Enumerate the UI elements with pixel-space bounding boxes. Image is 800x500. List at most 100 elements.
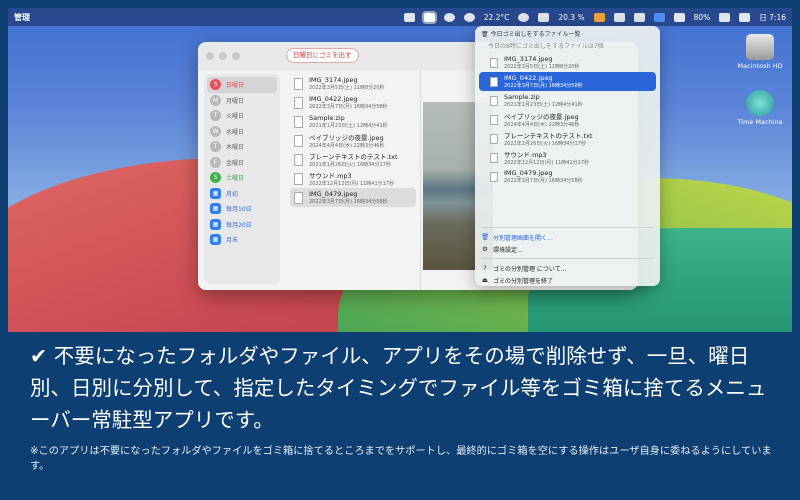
- monitor-icon[interactable]: [518, 12, 530, 22]
- sidebar-item-month-start[interactable]: ▦ 月初: [207, 186, 277, 202]
- menubar-app-name[interactable]: 管理: [14, 12, 30, 23]
- menu-file-item[interactable]: Sample.zip 2021年1月23日(土) 12時4分41秒: [479, 91, 656, 110]
- file-date: 2021年1月23日(土) 12時4分41秒: [504, 102, 583, 108]
- sidebar-item-10th[interactable]: ▦ 毎月10日: [207, 201, 277, 217]
- file-icon: [490, 114, 498, 125]
- take-out-trash-button[interactable]: 日曜日にゴミを出す: [286, 48, 359, 63]
- battery-level-icon[interactable]: [719, 12, 731, 22]
- menu-file-item[interactable]: プレーンテキストのテスト.txt 2021年1月26日(火) 16時34分17秒: [479, 129, 656, 148]
- menu-item-label: 環境設定…: [493, 246, 524, 254]
- calendar-icon: ▦: [210, 203, 221, 215]
- sidebar-item-label: 毎月10日: [226, 206, 252, 214]
- control-center-icon[interactable]: [739, 12, 751, 22]
- file-row-selected[interactable]: IMG_0479.jpeg 2022年3月7日(月) 16時34分58秒: [290, 188, 416, 207]
- sidebar-item-monday[interactable]: M 月曜日: [207, 93, 277, 109]
- file-name: サウンド.mp3: [504, 151, 547, 159]
- file-date: 2022年3月5日(土) 11時8分20秒: [504, 64, 580, 70]
- file-name: プレーンテキストのテスト.txt: [309, 153, 398, 161]
- file-icon: [490, 133, 498, 144]
- input-method-icon[interactable]: [653, 12, 665, 22]
- question-icon: ?: [483, 264, 487, 272]
- battery-icon[interactable]: [538, 12, 550, 22]
- sidebar-item-tuesday[interactable]: T 火曜日: [207, 108, 277, 124]
- file-date: 2021年1月26日(火) 16時34分17秒: [504, 141, 586, 147]
- file-icon: [294, 77, 303, 90]
- trash-icon: 🗑: [481, 233, 490, 241]
- file-icon: [294, 191, 303, 204]
- sidebar-item-20th[interactable]: ▦ 毎月20日: [207, 217, 277, 233]
- file-icon: [294, 134, 303, 147]
- sidebar-item-thursday[interactable]: T 木曜日: [207, 139, 277, 155]
- cloud-icon[interactable]: [463, 12, 475, 22]
- file-icon: [490, 76, 498, 87]
- file-date: 2022年3月5日(土) 11時8分20秒: [309, 85, 385, 91]
- day-badge-icon: S: [210, 79, 221, 91]
- file-row[interactable]: Sample.zip 2021年1月23日(土) 12時4分41秒: [290, 112, 416, 131]
- file-date: 2021年1月23日(土) 12時4分41秒: [309, 123, 388, 129]
- promo-frame: 管理 22.2°C 20.3 % 80% 日 7:16 Macintosh HD…: [0, 0, 800, 500]
- file-icon: [490, 95, 498, 106]
- desktop-icon-time-machine[interactable]: Time Machine: [730, 90, 790, 126]
- list-icon[interactable]: [613, 12, 625, 22]
- desktop-icon-macintosh-hd[interactable]: Macintosh HD: [730, 34, 790, 70]
- sidebar-item-wednesday[interactable]: W 水曜日: [207, 124, 277, 140]
- battery-percent[interactable]: 20.3 %: [558, 13, 584, 22]
- file-date: 2022年3月7日(月) 16時34分58秒: [309, 199, 388, 205]
- file-name: Sample.zip: [309, 114, 345, 122]
- pane-divider[interactable]: [420, 70, 421, 290]
- file-icon: [490, 57, 498, 68]
- file-icon: [294, 153, 303, 166]
- calendar-icon[interactable]: [593, 12, 605, 22]
- menu-file-item-highlighted[interactable]: IMG_0422.jpeg 2022年3月7日(月) 16時34分58秒: [479, 72, 656, 91]
- menubar-dropdown: 🗑 今日ゴミ出しをするファイル一覧 今日の8時にゴミ出しをするファイルは7個 I…: [475, 26, 660, 286]
- menu-item-label: ゴミの分別管理を終了: [493, 277, 554, 285]
- day-badge-icon: T: [210, 110, 221, 122]
- app-grid-icon[interactable]: [403, 12, 415, 22]
- clock[interactable]: 日 7:16: [759, 12, 786, 23]
- open-manager-item[interactable]: 🗑 分別管理画面を開く…: [479, 231, 656, 243]
- trash-menu-icon[interactable]: [421, 10, 437, 24]
- caption-headline: ✔ 不要になったフォルダやファイル、アプリをその場で削除せず、一旦、曜日別、日別…: [30, 344, 767, 432]
- sidebar-item-friday[interactable]: F 金曜日: [207, 155, 277, 171]
- sidebar-item-label: 金曜日: [226, 159, 245, 167]
- menu-file-item[interactable]: サウンド.mp3 2022年12月12日(月) 11時41分17秒: [479, 148, 656, 167]
- day-badge-icon: M: [210, 94, 221, 106]
- file-row[interactable]: IMG_3174.jpeg 2022年3月5日(土) 11時8分20秒: [290, 74, 416, 93]
- caption-note: ※このアプリは不要になったフォルダやファイルをゴミ箱に捨てるところまでをサポート…: [30, 446, 772, 472]
- gear-icon: ⚙: [482, 245, 488, 253]
- calendar-icon: ▦: [210, 234, 221, 246]
- sidebar-item-month-end[interactable]: ▦ 月末: [207, 232, 277, 248]
- display-icon[interactable]: [633, 12, 645, 22]
- sidebar-item-sunday[interactable]: S 日曜日: [207, 77, 277, 93]
- screenshot: 管理 22.2°C 20.3 % 80% 日 7:16 Macintosh HD…: [8, 8, 792, 332]
- sidebar-item-label: 日曜日: [226, 82, 245, 90]
- file-date: 2022年3月7日(月) 16時34分58秒: [504, 178, 583, 184]
- wifi-icon[interactable]: [673, 12, 685, 22]
- menu-file-item[interactable]: ペイブリッジの夜景.jpeg 2024年4月4日(木) 22時3分46秒: [479, 110, 656, 129]
- wifi-percent[interactable]: 80%: [694, 13, 711, 22]
- menu-file-item[interactable]: IMG_0479.jpeg 2022年3月7日(月) 16時34分58秒: [479, 167, 656, 186]
- trash-icon: 🗑: [481, 31, 489, 38]
- file-row[interactable]: ペイブリッジの夜景.jpeg 2024年4月4日(木) 22時3分46秒: [290, 131, 416, 150]
- minimize-window-button[interactable]: [219, 52, 227, 60]
- settings-item[interactable]: ⚙ 環境設定…: [479, 243, 656, 255]
- rocket-icon[interactable]: [443, 12, 455, 22]
- menu-spacer: [479, 186, 656, 224]
- file-row[interactable]: プレーンテキストのテスト.txt 2021年1月26日(火) 16時34分17秒: [290, 150, 416, 169]
- file-name: IMG_0479.jpeg: [504, 169, 553, 177]
- day-badge-icon: F: [210, 156, 221, 168]
- quit-item[interactable]: ⏏ ゴミの分別管理を終了: [479, 274, 656, 286]
- file-row[interactable]: サウンド.mp3 2022年12月12日(月) 11時41分17秒: [290, 169, 416, 188]
- weather-temp[interactable]: 22.2°C: [484, 13, 510, 22]
- zoom-window-button[interactable]: [232, 52, 240, 60]
- file-name: プレーンテキストのテスト.txt: [504, 132, 593, 140]
- menu-separator: [481, 258, 654, 259]
- file-icon: [294, 172, 303, 185]
- close-window-button[interactable]: [206, 52, 214, 60]
- desktop-icon-label: Time Machine: [737, 118, 783, 126]
- menu-header-label: 今日ゴミ出しをするファイル一覧: [490, 31, 581, 38]
- sidebar-item-saturday[interactable]: S 土曜日: [207, 170, 277, 186]
- file-row[interactable]: IMG_0422.jpeg 2022年3月7日(月) 16時34分58秒: [290, 93, 416, 112]
- about-item[interactable]: ? ゴミの分別管理 について…: [479, 262, 656, 274]
- menu-file-item[interactable]: IMG_3174.jpeg 2022年3月5日(土) 11時8分20秒: [479, 53, 656, 72]
